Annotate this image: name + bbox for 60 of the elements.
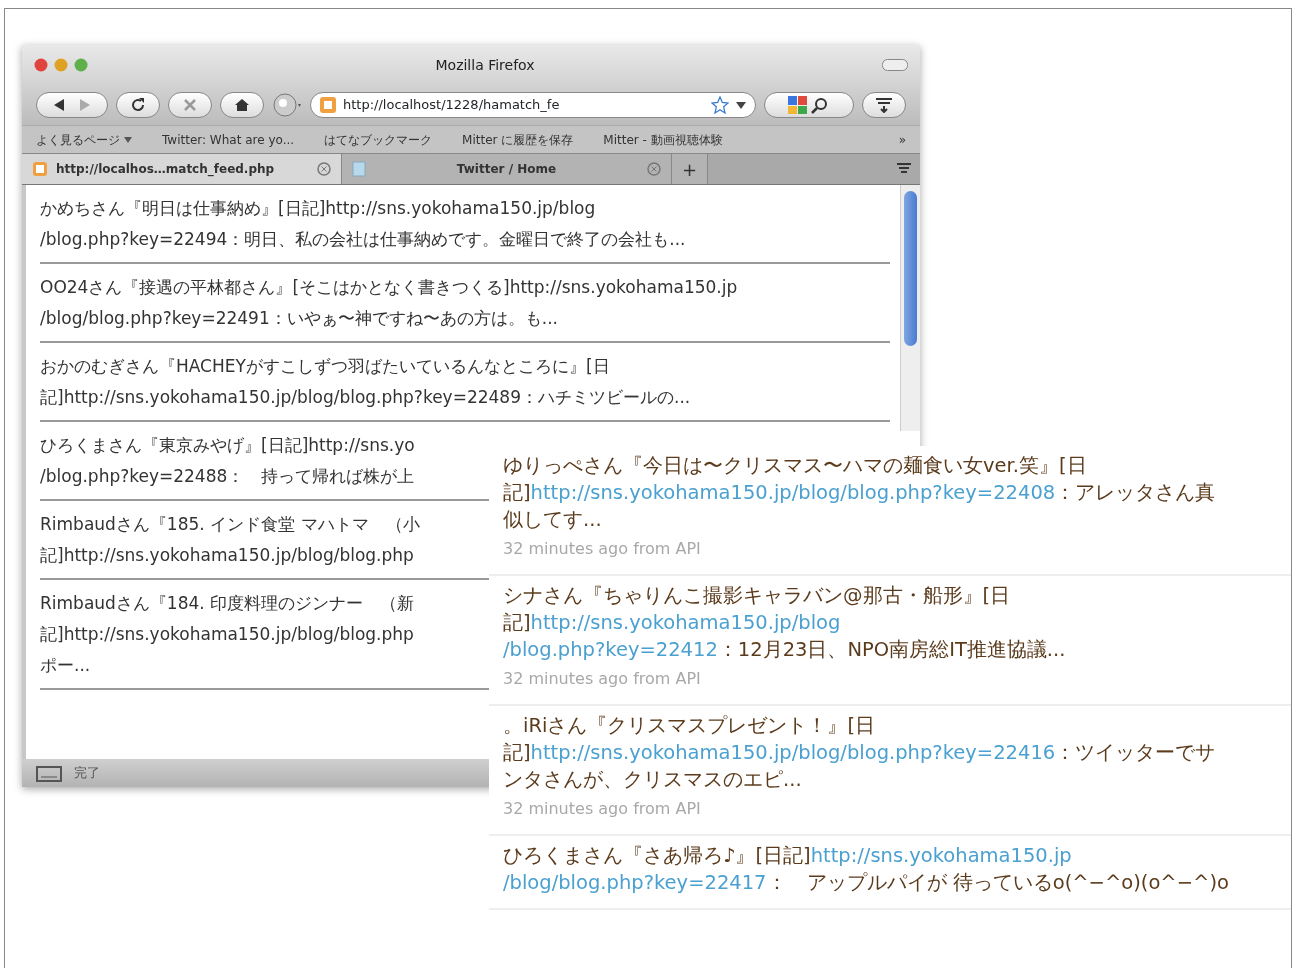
url-field[interactable]: http://localhost/1228/hamatch_fe bbox=[310, 92, 756, 118]
feed-text: /blog/blog.php?key=22491：いやぁ〜神ですね〜あの方は。も... bbox=[40, 307, 558, 330]
search-field[interactable] bbox=[764, 92, 854, 118]
caret-icon bbox=[124, 136, 132, 143]
scrollbar[interactable] bbox=[900, 185, 920, 431]
home-icon bbox=[233, 96, 251, 114]
dropdown-icon bbox=[735, 100, 747, 110]
tweet-meta: 32 minutes ago from API bbox=[503, 798, 702, 820]
feed-text: /blog.php?key=22494：明日、私の会社は仕事納めです。金曜日で終了の会社も... bbox=[40, 228, 686, 251]
bookmark-item[interactable]: Twitter: What are yo... bbox=[162, 130, 295, 149]
bookmark-item[interactable]: Mitter - 動画視聴体験 bbox=[603, 130, 723, 149]
page-icon bbox=[352, 161, 366, 177]
url-text: http://localhost/1228/hamatch_fe bbox=[343, 96, 561, 115]
feed-text: おかのむぎさん『HACHEYがすこしずつ羽ばたいているんなところに』[日 bbox=[40, 355, 610, 378]
close-icon[interactable] bbox=[34, 58, 48, 72]
menu-button[interactable] bbox=[862, 92, 906, 118]
feed-text: OO24さん『接遇の平林都さん』[そこはかとなく書きつくる]http://sns.yokohama150.jp bbox=[40, 276, 738, 299]
reload-icon bbox=[129, 96, 147, 114]
status-icon bbox=[36, 764, 62, 782]
tweet-text: 。iRiさん『クリスマスプレゼント！』[日記]http://sns.yokohama150.jp/blog/blog.php?key=22416：ツイッターでサンタさんが、クリスマスのエピ... bbox=[503, 713, 1217, 793]
feed-text: 記]http://sns.yokohama150.jp/blog/blog.php bbox=[40, 544, 414, 567]
list-icon bbox=[896, 162, 912, 176]
window-title: Mozilla Firefox bbox=[434, 55, 536, 75]
site-favicon-icon bbox=[32, 161, 48, 177]
browser-tab[interactable]: http://localhos…match_feed.php bbox=[22, 154, 342, 184]
tweet-text: シナさん『ちゃりんこ撮影キャラバン@那古・船形』[日記]http://sns.yokohama150.jp/blog /blog.php?key=22412：12月23日、NPO南房総IT推進協議... bbox=[503, 583, 1067, 663]
forward-arrow-icon bbox=[80, 99, 90, 111]
tweet-text: ひろくまさん『さあ帰ろ♪』[日記]http://sns.yokohama150.jp /blog/blog.php?key=22417： アップルパイが 待っているo(^−^o)(o^−^)o bbox=[503, 843, 1230, 896]
site-favicon-icon bbox=[319, 96, 337, 114]
feed-text: 記]http://sns.yokohama150.jp/blog/blog.php?key=22489：ハチミツビールの... bbox=[40, 386, 691, 409]
reload-button[interactable] bbox=[116, 92, 160, 118]
more-bookmarks-button[interactable]: » bbox=[898, 130, 906, 149]
status-text: 完了 bbox=[74, 764, 100, 783]
feed-text: /blog.php?key=22488： 持って帰れば株が上 bbox=[40, 465, 415, 488]
bookmark-item[interactable]: よく見るページ bbox=[36, 130, 132, 149]
menu-icon bbox=[875, 97, 893, 113]
tweet-text: ゆりっぺさん『今日は〜クリスマス〜ハマの麺食い女ver.笑』[日記]http://sns.yokohama150.jp/blog/blog.php?key=22408：アレッタさん真似してす... bbox=[503, 453, 1217, 533]
back-arrow-icon bbox=[54, 99, 64, 111]
star-icon bbox=[711, 96, 729, 114]
stop-button[interactable] bbox=[168, 92, 212, 118]
bookmark-item[interactable]: はてなブックマーク bbox=[324, 130, 433, 149]
home-button[interactable] bbox=[220, 92, 264, 118]
bookmark-item[interactable]: Mitter に履歴を保存 bbox=[462, 130, 574, 149]
back-forward-buttons[interactable] bbox=[36, 92, 108, 118]
feed-text: Rimbaudさん『184. 印度料理のジンナー （新 bbox=[40, 592, 415, 615]
new-tab-button[interactable]: + bbox=[672, 154, 709, 184]
feed-text: ポー... bbox=[40, 654, 91, 677]
zoom-icon[interactable] bbox=[74, 58, 88, 72]
feed-text: かめちさん『明日は仕事納め』[日記]http://sns.yokohama150.jp/blog bbox=[40, 197, 596, 220]
toolbar-toggle-icon[interactable] bbox=[882, 59, 908, 71]
google-logo-icon bbox=[787, 95, 809, 115]
browser-tab[interactable]: Twitter / Home bbox=[342, 154, 672, 184]
scrollbar-thumb[interactable] bbox=[904, 191, 917, 346]
tweet-meta: 32 minutes ago from API bbox=[503, 668, 702, 690]
close-tab-icon bbox=[317, 162, 331, 176]
feed-text: 記]http://sns.yokohama150.jp/blog/blog.php bbox=[40, 623, 414, 646]
feed-text: Rimbaudさん『185. インド食堂 マハトマ （小 bbox=[40, 513, 420, 536]
close-tab-icon bbox=[647, 162, 661, 176]
feed-text: ひろくまさん『東京みやげ』[日記]http://sns.yo bbox=[40, 434, 415, 457]
tweet-meta: 32 minutes ago from API bbox=[503, 538, 702, 560]
